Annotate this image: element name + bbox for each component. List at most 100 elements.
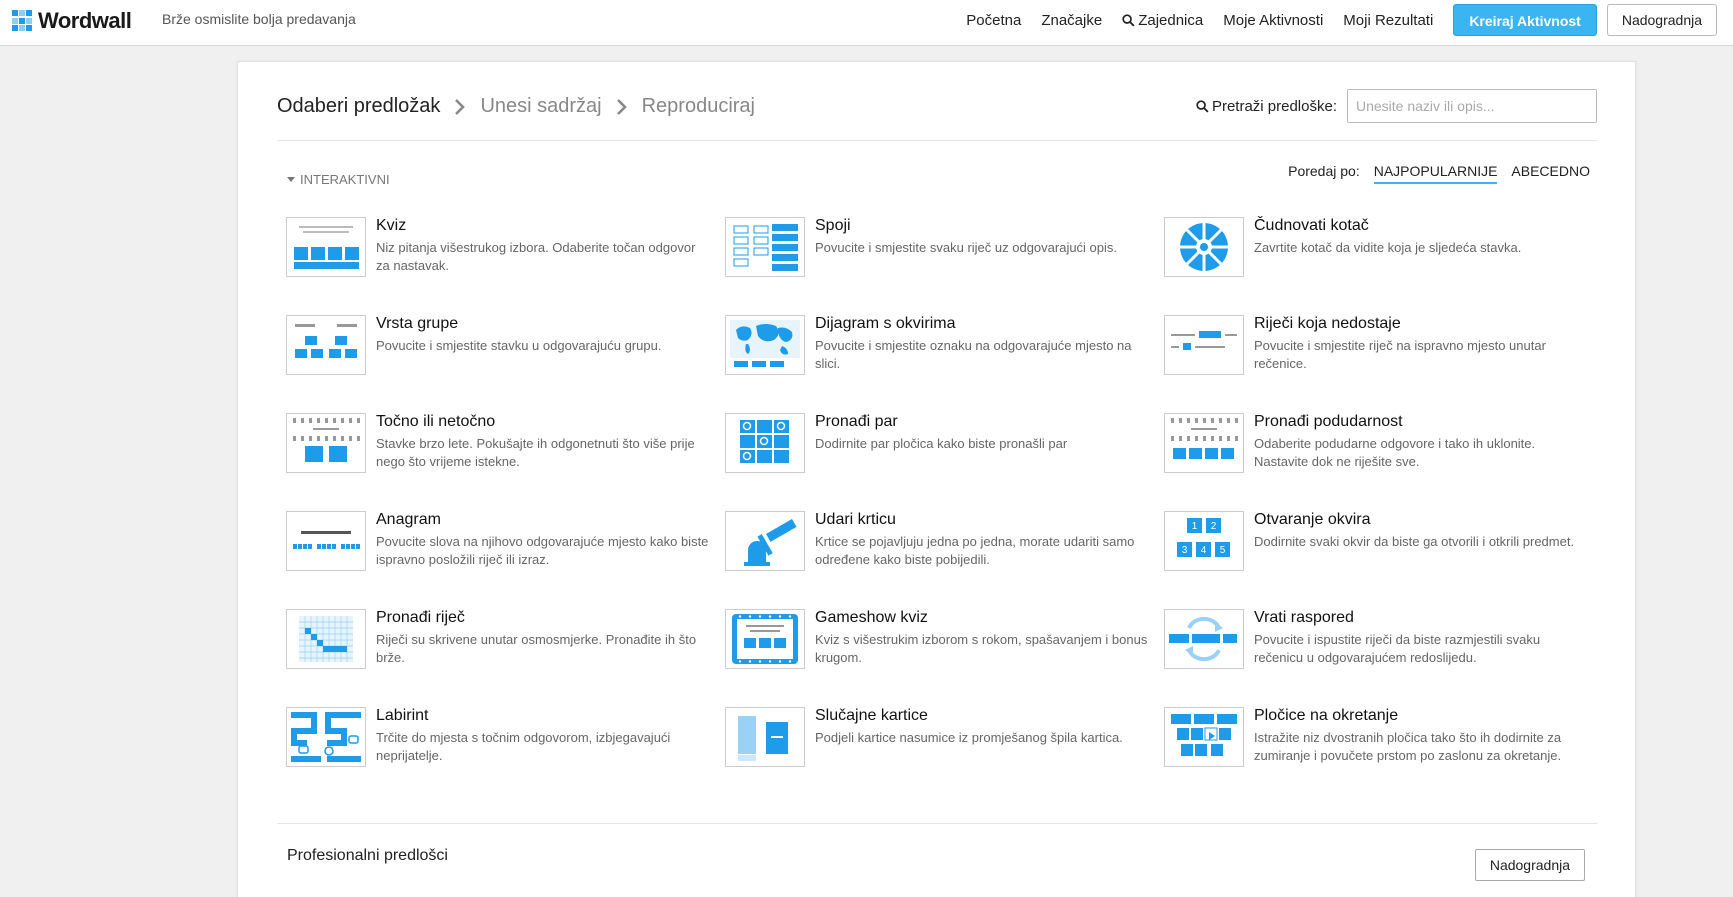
- maze-thumb-icon: [286, 707, 366, 767]
- nav-community-label: Zajednica: [1138, 11, 1204, 29]
- template-name: Slučajne kartice: [815, 707, 928, 724]
- template-name: Pronađi podudarnost: [1254, 413, 1403, 430]
- template-card[interactable]: Udari krticu Krtice se pojavljuju jedna p…: [725, 511, 1155, 581]
- template-desc: Dodirnite par pločica kako biste pronašl…: [815, 436, 1068, 451]
- svg-text:2: 2: [1211, 521, 1217, 532]
- template-name: Pločice na okretanje: [1254, 707, 1399, 724]
- section-label-text: INTERAKTIVNI: [300, 172, 390, 187]
- template-desc: Povucite slova na njihovo odgovarajuće m…: [376, 534, 709, 567]
- logo-text: Wordwall: [38, 8, 132, 33]
- search-label-text: Pretraži predloške:: [1211, 97, 1337, 115]
- template-name: Anagram: [376, 511, 441, 528]
- random-cards-thumb-icon: [725, 707, 805, 767]
- nav-my-activities[interactable]: Moje Aktivnosti: [1223, 12, 1323, 29]
- search-icon: [1122, 13, 1135, 27]
- pro-upgrade-button[interactable]: Nadogradnja: [1474, 849, 1585, 881]
- sort-most-popular[interactable]: NAJPOPULARNIJE: [1373, 161, 1498, 184]
- missing-word-thumb-icon: [1164, 315, 1244, 375]
- template-desc: Povucite i smjestite svaku riječ uz odgo…: [815, 240, 1118, 255]
- section-toggle-interactive[interactable]: INTERAKTIVNI: [287, 172, 390, 187]
- wordwall-logo[interactable]: Wordwall: [12, 8, 132, 34]
- template-desc: Povucite i smjestite oznaku na odgovaraj…: [815, 338, 1132, 371]
- whack-a-mole-thumb-icon: [725, 511, 805, 571]
- template-desc: Zavrtite kotač da vidite koja je sljedeć…: [1254, 240, 1522, 255]
- labelled-diagram-thumb-icon: [725, 315, 805, 375]
- wheel-thumb-icon: [1164, 217, 1244, 277]
- find-match-thumb-icon: [1164, 413, 1244, 473]
- nav-community[interactable]: Zajednica: [1122, 12, 1203, 29]
- template-name: Spoji: [815, 217, 851, 234]
- search-label: Pretraži predloške:: [1196, 98, 1337, 115]
- template-desc: Riječi su skrivene unutar osmosmjerke. P…: [376, 632, 697, 665]
- template-card[interactable]: Labirint Trčite do mjesta s točnim odgovo…: [286, 707, 716, 777]
- template-card[interactable]: Vrati raspored Povucite i ispustite riječ…: [1164, 609, 1594, 679]
- svg-text:4: 4: [1201, 545, 1207, 556]
- template-card[interactable]: Slučajne kartice Podjeli kartice nasumice…: [725, 707, 1155, 777]
- template-name: Vrati raspored: [1254, 609, 1354, 626]
- template-card[interactable]: Gameshow kviz Kviz s višestrukim izborom …: [725, 609, 1155, 679]
- template-card[interactable]: Kviz Niz pitanja višestrukog izbora. Odab…: [286, 217, 716, 287]
- caret-down-icon: [287, 177, 295, 182]
- template-card[interactable]: Pronađi par Dodirnite par pločica kako bi…: [725, 413, 1155, 483]
- template-panel: Odaberi predložak Unesi sadržaj Reproduc…: [237, 61, 1636, 897]
- template-name: Kviz: [376, 217, 407, 234]
- upgrade-button[interactable]: Nadogradnja: [1606, 4, 1717, 36]
- template-name: Riječi koja nedostaje: [1254, 315, 1401, 332]
- template-desc: Podjeli kartice nasumice iz promješanog …: [815, 730, 1123, 745]
- template-desc: Istražite niz dvostranih pločica tako št…: [1254, 730, 1562, 763]
- template-card[interactable]: Čudnovati kotač Zavrtite kotač da vidite …: [1164, 217, 1594, 287]
- top-bar: Wordwall Brže osmislite bolja predavanja…: [0, 0, 1733, 46]
- template-card[interactable]: Pločice na okretanje Istražite niz dvostr…: [1164, 707, 1594, 777]
- sort-label: Poredaj po:: [1288, 163, 1360, 179]
- logo-icon: [12, 10, 34, 32]
- template-card[interactable]: Točno ili netočno Stavke brzo lete. Pokuš…: [286, 413, 716, 483]
- template-desc: Krtice se pojavljuju jedna po jedna, mor…: [815, 534, 1135, 567]
- template-name: Labirint: [376, 707, 429, 724]
- breadcrumb: Odaberi predložak Unesi sadržaj Reproduc…: [277, 95, 755, 118]
- true-false-thumb-icon: [286, 413, 366, 473]
- template-name: Otvaranje okvira: [1254, 511, 1371, 528]
- svg-text:5: 5: [1220, 545, 1226, 556]
- template-desc: Povucite i smjestite riječ na ispravno m…: [1254, 338, 1546, 371]
- main-nav: Početna Značajke Zajednica Moje Aktivnos…: [946, 4, 1717, 36]
- template-card[interactable]: Vrsta grupe Povucite i smjestite stavku u…: [286, 315, 716, 385]
- template-card[interactable]: Pronađi riječ Riječi su skrivene unutar o…: [286, 609, 716, 679]
- gameshow-thumb-icon: [725, 609, 805, 669]
- template-desc: Dodirnite svaki okvir da biste ga otvori…: [1254, 534, 1575, 549]
- template-card[interactable]: Riječi koja nedostaje Povucite i smjestit…: [1164, 315, 1594, 385]
- anagram-thumb-icon: [286, 511, 366, 571]
- template-desc: Povucite i smjestite stavku u odgovaraju…: [376, 338, 662, 353]
- sort-alphabetical[interactable]: ABECEDNO: [1511, 161, 1590, 182]
- search-input[interactable]: [1347, 89, 1597, 123]
- header-divider: [277, 140, 1597, 141]
- nav-features[interactable]: Značajke: [1041, 12, 1102, 29]
- template-name: Dijagram s okvirima: [815, 315, 956, 332]
- template-name: Pronađi riječ: [376, 609, 465, 626]
- template-name: Točno ili netočno: [376, 413, 496, 430]
- template-card[interactable]: Pronađi podudarnost Odaberite podudarne o…: [1164, 413, 1594, 483]
- template-desc: Kviz s višestrukim izborom s rokom, spaš…: [815, 632, 1148, 665]
- nav-home[interactable]: Početna: [966, 12, 1021, 29]
- template-card[interactable]: Anagram Povucite slova na njihovo odgovar…: [286, 511, 716, 581]
- svg-text:1: 1: [1192, 521, 1198, 532]
- template-name: Vrsta grupe: [376, 315, 459, 332]
- template-desc: Povucite i ispustite riječi da biste raz…: [1254, 632, 1541, 665]
- template-search: Pretraži predloške:: [1196, 89, 1597, 123]
- wordsearch-thumb-icon: [286, 609, 366, 669]
- template-desc: Stavke brzo lete. Pokušajte ih odgonetnu…: [376, 436, 695, 469]
- pro-divider: [277, 823, 1597, 824]
- group-sort-thumb-icon: [286, 315, 366, 375]
- template-desc: Odaberite podudarne odgovore i tako ih u…: [1254, 436, 1536, 469]
- nav-my-results[interactable]: Moji Rezultati: [1343, 12, 1433, 29]
- template-name: Pronađi par: [815, 413, 898, 430]
- unjumble-thumb-icon: [1164, 609, 1244, 669]
- template-card[interactable]: 1 2 3 4 5 Otvaranje okvira Dodirnite svaki ok…: [1164, 511, 1594, 581]
- template-card[interactable]: Spoji Povucite i smjestite svaku riječ uz…: [725, 217, 1155, 287]
- search-icon: [1196, 99, 1209, 113]
- template-desc: Niz pitanja višestrukog izbora. Odaberit…: [376, 240, 696, 273]
- create-activity-button[interactable]: Kreiraj Aktivnost: [1453, 4, 1597, 36]
- flip-tiles-thumb-icon: [1164, 707, 1244, 767]
- breadcrumb-step-content: Unesi sadržaj: [480, 95, 602, 117]
- template-name: Gameshow kviz: [815, 609, 928, 626]
- template-card[interactable]: Dijagram s okvirima Povucite i smjestite …: [725, 315, 1155, 385]
